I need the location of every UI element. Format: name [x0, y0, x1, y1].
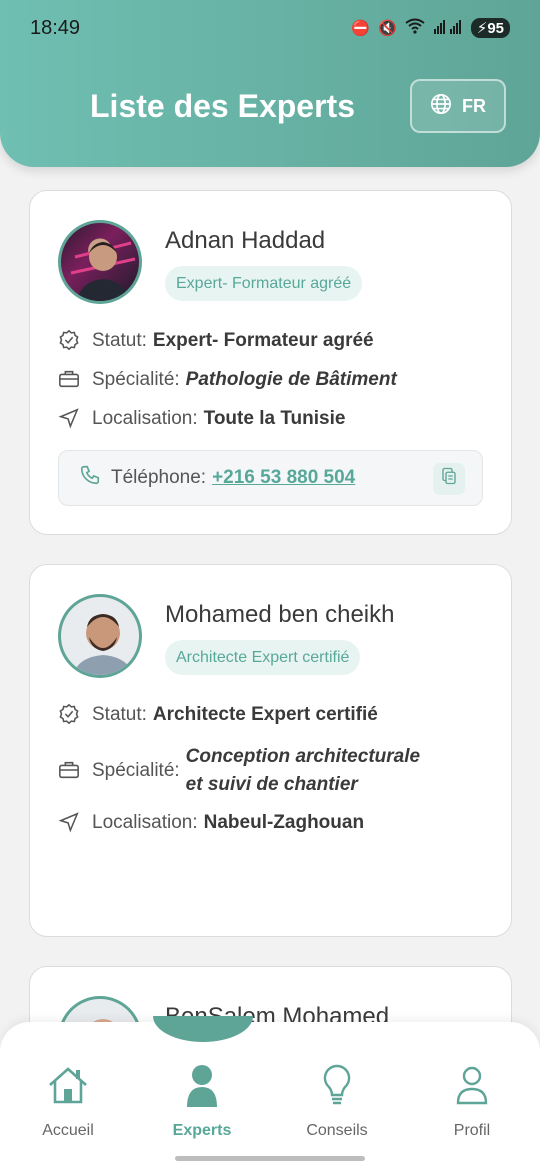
app-header: 18:49 ⛔ 🔇 ⚡95 Liste des Experts FR	[0, 0, 540, 167]
statut-label: Statut:	[92, 704, 147, 725]
nav-item-conseils[interactable]: Conseils	[277, 1062, 397, 1140]
specialite-line-2: et suivi de chantier	[185, 774, 358, 795]
person-icon	[185, 1062, 219, 1108]
globe-icon	[430, 93, 452, 120]
statut-value: Architecte Expert certifié	[152, 704, 378, 725]
battery-level: 95	[487, 20, 504, 37]
copy-icon	[440, 467, 458, 491]
expert-name: Adnan Haddad	[165, 227, 326, 254]
status-bar: 18:49 ⛔ 🔇 ⚡95	[30, 14, 510, 42]
home-icon	[47, 1062, 89, 1108]
nav-item-accueil[interactable]: Accueil	[8, 1062, 128, 1140]
verified-badge-icon	[58, 703, 82, 727]
statut-row: Statut: Expert- Formateur agréé	[58, 329, 374, 353]
localisation-row: Localisation: Toute la Tunisie	[58, 407, 345, 431]
nav-label-experts: Experts	[172, 1122, 232, 1139]
nav-label-conseils: Conseils	[306, 1122, 368, 1139]
dnd-icon: ⛔	[351, 20, 371, 37]
localisation-label: Localisation:	[92, 408, 198, 429]
verified-badge-icon	[58, 329, 82, 353]
language-label: FR	[462, 95, 486, 116]
specialite-value: Conception architecturale et suivi de ch…	[186, 743, 420, 799]
phone-icon	[79, 464, 101, 492]
statut-row: Statut: Architecte Expert certifié	[58, 703, 378, 727]
location-arrow-icon	[58, 407, 82, 431]
specialite-row: Spécialité: Pathologie de Bâtiment	[58, 368, 397, 392]
expert-card[interactable]: Adnan Haddad Expert- Formateur agréé Sta…	[29, 190, 512, 535]
status-time: 18:49	[30, 16, 81, 39]
specialite-value: Pathologie de Bâtiment	[185, 369, 397, 390]
signal-icon	[433, 18, 463, 38]
telephone-label: Téléphone:	[111, 467, 207, 488]
localisation-row: Localisation: Nabeul-Zaghouan	[58, 811, 364, 835]
specialite-row: Spécialité: Conception architecturale et…	[58, 743, 420, 799]
briefcase-icon	[58, 368, 82, 392]
specialite-label: Spécialité:	[92, 760, 180, 781]
nav-label-accueil: Accueil	[42, 1122, 94, 1139]
nav-item-profil[interactable]: Profil	[412, 1062, 532, 1140]
avatar	[58, 594, 142, 678]
status-icons: ⛔ 🔇 ⚡95	[351, 18, 510, 38]
language-button[interactable]: FR	[410, 79, 506, 133]
location-arrow-icon	[58, 811, 82, 835]
wifi-icon	[405, 18, 425, 38]
home-indicator	[175, 1156, 365, 1161]
nav-label-profil: Profil	[453, 1122, 491, 1139]
expert-name: Mohamed ben cheikh	[165, 601, 395, 628]
briefcase-icon	[58, 759, 82, 783]
user-icon	[455, 1062, 489, 1108]
localisation-value: Toute la Tunisie	[203, 408, 346, 429]
role-badge: Expert- Formateur agréé	[165, 266, 363, 301]
localisation-label: Localisation:	[92, 812, 198, 833]
specialite-line-1: Conception architecturale	[185, 746, 421, 767]
specialite-label: Spécialité:	[92, 369, 180, 390]
expert-card[interactable]: Mohamed ben cheikh Architecte Expert cer…	[29, 564, 512, 937]
phone-box: Téléphone: +216 53 880 504	[58, 450, 483, 506]
copy-button[interactable]	[433, 463, 465, 495]
battery-indicator: ⚡95	[470, 18, 510, 38]
statut-label: Statut:	[92, 330, 147, 351]
role-badge: Architecte Expert certifié	[165, 640, 361, 675]
nav-item-experts[interactable]: Experts	[142, 1062, 262, 1140]
statut-value: Expert- Formateur agréé	[152, 330, 374, 351]
phone-link[interactable]: +216 53 880 504	[212, 467, 355, 489]
lightbulb-icon	[322, 1062, 352, 1108]
page-title: Liste des Experts	[90, 88, 355, 124]
localisation-value: Nabeul-Zaghouan	[203, 812, 365, 833]
avatar	[58, 220, 142, 304]
mute-icon: 🔇	[378, 20, 397, 37]
